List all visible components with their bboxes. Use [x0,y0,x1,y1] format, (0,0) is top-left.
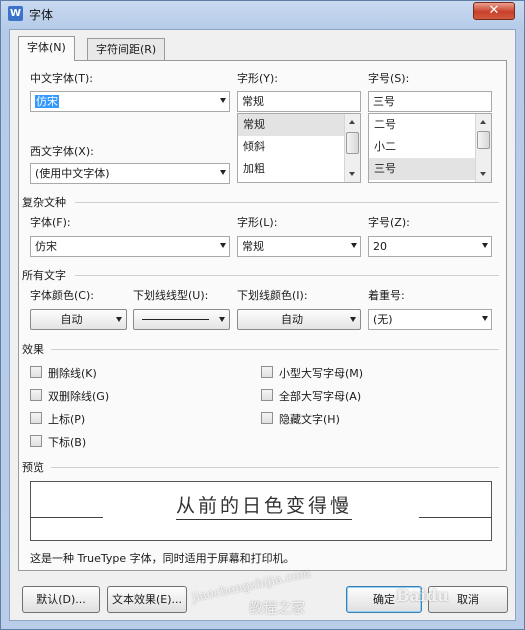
font-color-value: 自动 [60,313,83,326]
underline-line-sample [142,319,209,320]
chevron-down-icon [220,243,226,248]
scroll-thumb[interactable] [477,131,490,149]
emphasis-select[interactable]: (无) [368,309,492,330]
underline-color-button[interactable]: 自动 [237,309,361,330]
preview-baseline-left [31,517,103,518]
small-caps-checkbox[interactable] [261,366,273,378]
complex-size-label: 字号(Z): [368,216,410,229]
hidden-text-label[interactable]: 隐藏文字(H) [279,411,340,427]
superscript-label[interactable]: 上标(P) [48,411,85,427]
complex-font-value: 仿宋 [35,240,57,253]
complex-font-select[interactable]: 仿宋 [30,236,230,257]
close-icon: ✕ [488,3,500,18]
complex-style-label: 字形(L): [237,216,278,229]
chevron-down-icon [220,170,226,175]
preview-baseline-right [419,517,492,518]
chevron-down-icon [482,316,488,321]
truetype-note: 这是一种 TrueType 字体，同时适用于屏幕和打印机。 [30,552,295,565]
tab-font[interactable]: 字体(N) [18,36,75,61]
default-button[interactable]: 默认(D)... [22,586,100,613]
all-text-section-title: 所有文字 [22,269,66,282]
preview-box: 从前的日色变得慢 [30,481,492,541]
scroll-up-icon[interactable] [349,120,355,124]
close-button[interactable]: ✕ [473,2,515,20]
section-divider [51,349,499,350]
emphasis-value: (无) [373,313,393,326]
list-item[interactable]: 小二 [369,136,491,158]
subscript-label[interactable]: 下标(B) [48,434,86,450]
emphasis-label: 着重号: [368,289,405,302]
hidden-text-checkbox[interactable] [261,412,273,424]
chevron-down-icon [351,243,357,248]
style-scrollbar[interactable] [344,114,360,182]
chevron-down-icon [482,243,488,248]
list-item[interactable]: 倾斜 [238,136,360,158]
underline-color-value: 自动 [281,313,303,326]
size-input[interactable]: 三号 [368,91,492,112]
scroll-up-icon[interactable] [480,120,486,124]
ok-button[interactable]: 确定 [346,586,422,613]
chevron-down-icon [350,317,356,322]
all-caps-label[interactable]: 全部大写字母(A) [279,388,361,404]
underline-type-label: 下划线线型(U): [133,289,209,302]
size-label: 字号(S): [368,72,410,85]
style-label: 字形(Y): [237,72,279,85]
window-title: 字体 [29,8,54,22]
section-divider [75,275,499,276]
size-scrollbar[interactable] [475,114,491,182]
double-strikethrough-label[interactable]: 双删除线(G) [48,388,109,404]
underline-type-button[interactable] [133,309,230,330]
preview-section-title: 预览 [22,461,44,474]
double-strikethrough-checkbox[interactable] [30,389,42,401]
list-item[interactable]: 加粗 [238,158,360,180]
scroll-down-icon[interactable] [480,172,486,176]
complex-font-label: 字体(F): [30,216,71,229]
tab-character-spacing[interactable]: 字符间距(R) [87,38,166,60]
text-effects-button[interactable]: 文本效果(E)... [107,586,187,613]
chevron-down-icon [219,317,225,322]
superscript-checkbox[interactable] [30,412,42,424]
style-listbox[interactable]: 常规 倾斜 加粗 [237,113,361,183]
scroll-thumb[interactable] [346,132,359,154]
complex-style-select[interactable]: 常规 [237,236,361,257]
complex-style-value: 常规 [242,240,264,253]
chevron-down-icon [116,317,122,322]
strikethrough-checkbox[interactable] [30,366,42,378]
wps-app-icon: W [8,6,23,21]
complex-size-value: 20 [373,240,387,253]
small-caps-label[interactable]: 小型大写字母(M) [279,365,363,381]
all-caps-checkbox[interactable] [261,389,273,401]
dialog-client-area: 字体(N) 字符间距(R) 中文字体(T): 仿宋 字形(Y): 常规 常规 倾… [9,29,516,621]
preview-sample-text: 从前的日色变得慢 [176,495,353,520]
font-color-label: 字体颜色(C): [30,289,94,302]
list-item[interactable]: 三号 [369,158,491,180]
font-color-button[interactable]: 自动 [30,309,127,330]
western-font-select[interactable]: (使用中文字体) [30,163,230,184]
font-dialog-window: W 字体 ✕ 字体(N) 字符间距(R) 中文字体(T): 仿宋 字形(Y): … [0,0,525,630]
complex-size-select[interactable]: 20 [368,236,492,257]
size-listbox[interactable]: 二号 小二 三号 [368,113,492,183]
chinese-font-select[interactable]: 仿宋 [30,91,230,112]
scroll-down-icon[interactable] [349,172,355,176]
list-item[interactable]: 二号 [369,114,491,136]
chevron-down-icon [220,98,226,103]
list-item[interactable]: 常规 [238,114,360,136]
strikethrough-label[interactable]: 删除线(K) [48,365,97,381]
subscript-checkbox[interactable] [30,435,42,447]
font-tab-panel: 中文字体(T): 仿宋 字形(Y): 常规 常规 倾斜 加粗 字号(S): 三号 [18,60,507,571]
style-input[interactable]: 常规 [237,91,361,112]
underline-color-label: 下划线颜色(I): [237,289,308,302]
section-divider [51,467,499,468]
western-font-value: (使用中文字体) [35,167,110,180]
cancel-button[interactable]: 取消 [428,586,508,613]
chinese-font-value: 仿宋 [35,95,59,108]
western-font-label: 西文字体(X): [30,145,94,158]
effects-section-title: 效果 [22,343,44,356]
complex-section-title: 复杂文种 [22,196,66,209]
title-bar[interactable]: W 字体 ✕ [1,1,524,27]
section-divider [75,202,499,203]
chinese-font-label: 中文字体(T): [30,72,94,85]
